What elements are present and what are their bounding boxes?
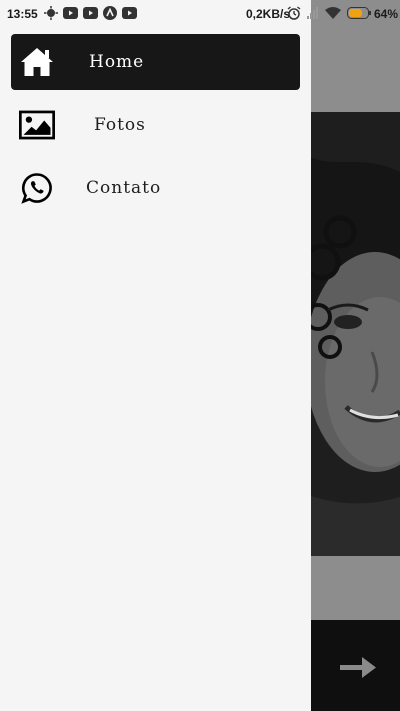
navigation-drawer: Home Fotos Contato bbox=[0, 0, 311, 711]
home-icon bbox=[19, 44, 55, 80]
menu-label-fotos: Fotos bbox=[94, 115, 146, 135]
network-speed: 0,2KB/s bbox=[246, 7, 291, 21]
app-icon bbox=[103, 6, 117, 23]
image-icon bbox=[19, 107, 55, 143]
menu-item-contato[interactable]: Contato bbox=[11, 160, 300, 216]
youtube-icon bbox=[83, 7, 98, 22]
menu-label-contato: Contato bbox=[86, 178, 162, 198]
notification-icons bbox=[44, 6, 137, 23]
menu-item-fotos[interactable]: Fotos bbox=[11, 97, 300, 153]
wifi-icon bbox=[325, 7, 341, 22]
youtube-icon bbox=[63, 7, 78, 22]
system-icons bbox=[287, 6, 371, 23]
menu-label-home: Home bbox=[89, 52, 145, 72]
status-bar: 13:55 0,2KB/s 64% bbox=[0, 0, 400, 28]
youtube-icon bbox=[122, 7, 137, 22]
arrow-right-icon[interactable] bbox=[338, 650, 378, 686]
drawer-menu: Home Fotos Contato bbox=[0, 34, 311, 223]
alarm-icon bbox=[287, 6, 301, 23]
battery-icon bbox=[347, 7, 371, 22]
whatsapp-icon bbox=[19, 170, 55, 206]
status-time: 13:55 bbox=[7, 7, 38, 21]
menu-item-home[interactable]: Home bbox=[11, 34, 300, 90]
weather-icon bbox=[44, 6, 58, 23]
battery-percent: 64% bbox=[374, 7, 399, 21]
signal-icon bbox=[307, 7, 319, 22]
